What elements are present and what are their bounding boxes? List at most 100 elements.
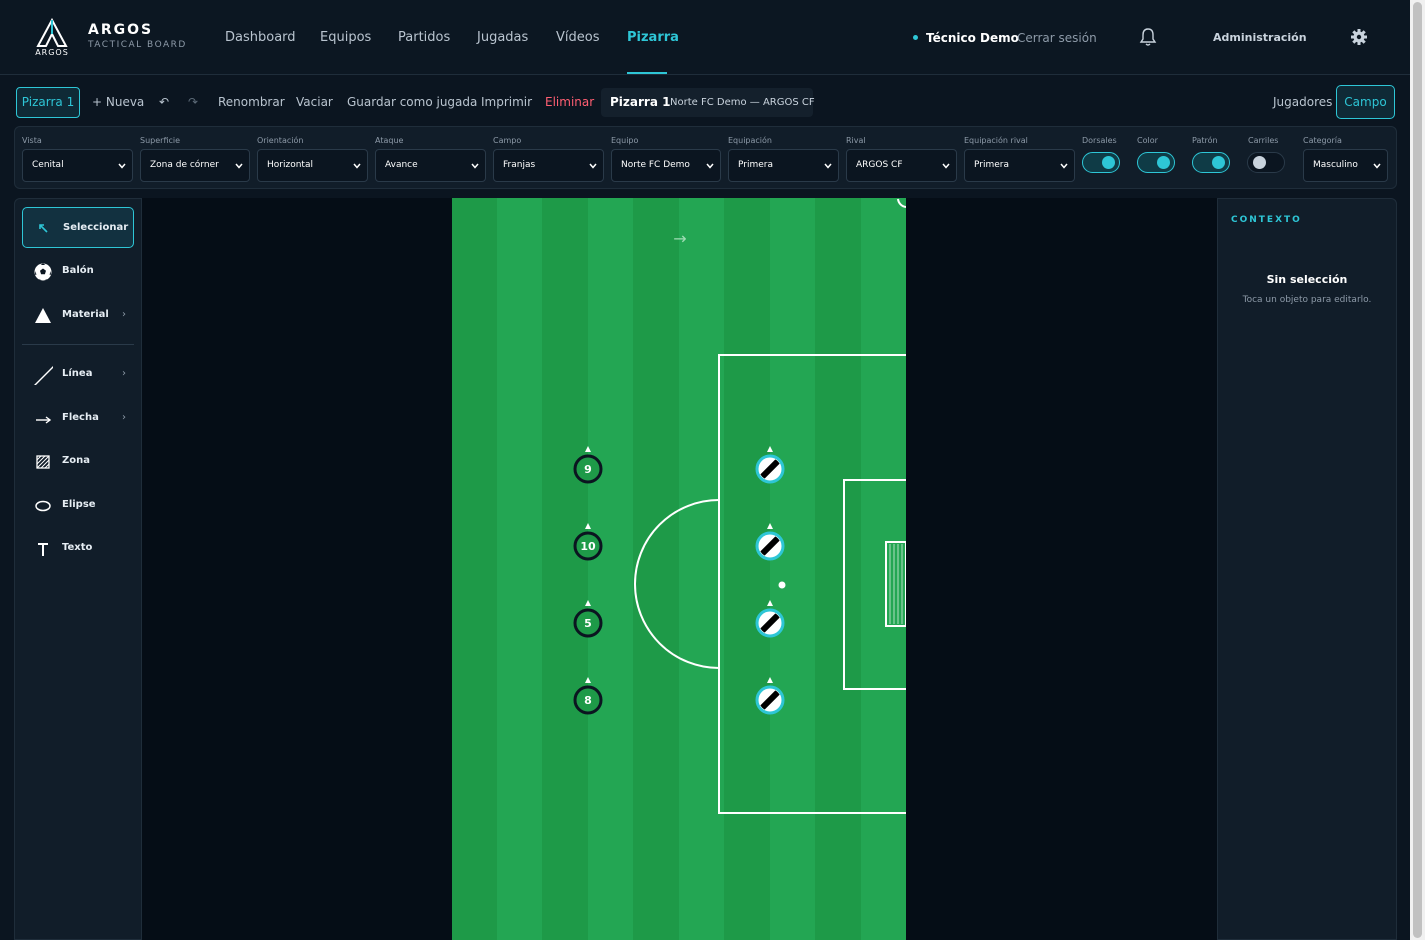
tool-label: Seleccionar	[63, 222, 129, 233]
tool-select[interactable]: Seleccionar	[22, 207, 134, 248]
undo-button[interactable]: ↶	[159, 95, 169, 109]
view-select[interactable]: Cenital	[22, 149, 133, 182]
redo-button[interactable]: ↷	[188, 95, 198, 109]
toggle-knob	[1157, 156, 1170, 169]
top-navigation-bar: ARGOS ARGOS TACTICAL BOARD Dashboard Equ…	[0, 0, 1410, 75]
tool-material[interactable]: Material ›	[22, 295, 134, 336]
board-title: Pizarra 1	[610, 95, 671, 109]
ball-marker	[778, 581, 786, 589]
logout-link[interactable]: Cerrar sesión	[1017, 31, 1097, 45]
rival-label: Rival	[846, 136, 866, 145]
orientation-select[interactable]: Horizontal	[257, 149, 368, 182]
context-title: CONTEXTO	[1231, 215, 1302, 225]
numbers-toggle[interactable]	[1082, 152, 1120, 173]
kit-select[interactable]: Primera	[728, 149, 839, 182]
pattern-toggle[interactable]	[1192, 152, 1230, 173]
tool-label: Línea	[62, 368, 93, 379]
team-select[interactable]: Norte FC Demo	[611, 149, 721, 182]
chevron-down-icon	[118, 163, 126, 169]
page-scrollbar[interactable]	[1410, 0, 1425, 940]
context-panel	[1217, 198, 1397, 940]
admin-link[interactable]: Administración	[1213, 31, 1307, 44]
orientation-label: Orientación	[257, 136, 304, 145]
toggle-knob	[1102, 156, 1115, 169]
brand-name: ARGOS	[88, 22, 154, 38]
user-name: Técnico Demo	[926, 31, 1019, 45]
toggle-knob	[1253, 156, 1266, 169]
tool-arrow[interactable]: Flecha ›	[22, 398, 134, 439]
lanes-toggle-label: Carriles	[1248, 136, 1279, 145]
pattern-toggle-label: Patrón	[1192, 136, 1218, 145]
cone-icon	[35, 308, 51, 323]
kit-label: Equipación	[728, 136, 772, 145]
delete-button[interactable]: Eliminar	[545, 95, 594, 109]
nav-pizarra[interactable]: Pizarra	[627, 30, 679, 45]
attack-select[interactable]: Avance	[375, 149, 486, 182]
tool-ellipse[interactable]: Elipse	[22, 485, 134, 526]
football-pitch[interactable]: → 9 10 5 8	[452, 198, 906, 940]
nav-dashboard[interactable]: Dashboard	[225, 30, 296, 45]
nav-jugadas[interactable]: Jugadas	[477, 30, 528, 45]
chevron-down-icon	[1060, 163, 1068, 169]
selection-hint: Toca un objeto para editarlo.	[1242, 295, 1372, 305]
chevron-right-icon: ›	[122, 368, 126, 379]
tool-line[interactable]: Línea ›	[22, 354, 134, 395]
tool-label: Material	[62, 309, 109, 320]
players-panel-button[interactable]: Jugadores	[1273, 95, 1332, 109]
nav-videos[interactable]: Vídeos	[556, 30, 599, 45]
color-toggle[interactable]	[1137, 152, 1175, 173]
category-select[interactable]: Masculino	[1303, 149, 1388, 182]
svg-text:9: 9	[584, 463, 592, 476]
field-style-select[interactable]: Franjas	[493, 149, 604, 182]
svg-text:10: 10	[580, 540, 596, 553]
chevron-down-icon	[235, 163, 243, 169]
bell-icon[interactable]	[1138, 27, 1158, 47]
nav-active-indicator	[627, 72, 667, 74]
chevron-down-icon	[589, 163, 597, 169]
tool-ball[interactable]: Balón	[22, 251, 134, 292]
toggle-knob	[1212, 156, 1225, 169]
online-status-dot	[913, 35, 918, 40]
chevron-down-icon	[942, 163, 950, 169]
no-selection-text: Sin selección	[1266, 273, 1348, 286]
save-as-play-button[interactable]: Guardar como jugada	[347, 95, 477, 109]
argos-logo-icon: ARGOS	[35, 18, 68, 56]
svg-text:5: 5	[584, 617, 592, 630]
chevron-down-icon	[824, 163, 832, 169]
tool-label: Zona	[62, 455, 90, 466]
tool-text[interactable]: Texto	[22, 528, 134, 569]
board-tab[interactable]: Pizarra 1	[16, 87, 80, 118]
nav-partidos[interactable]: Partidos	[398, 30, 450, 45]
line-icon	[34, 366, 53, 385]
hatched-zone-icon	[36, 455, 50, 469]
chevron-down-icon	[353, 163, 361, 169]
new-board-button[interactable]: + Nueva	[92, 95, 144, 109]
print-button[interactable]: Imprimir	[481, 95, 532, 109]
text-t-icon	[38, 543, 48, 556]
tool-divider	[22, 344, 134, 345]
tool-label: Elipse	[62, 499, 96, 510]
rival-kit-label: Equipación rival	[964, 136, 1028, 145]
surface-label: Superficie	[140, 136, 181, 145]
rival-kit-select[interactable]: Primera	[964, 149, 1075, 182]
rival-select[interactable]: ARGOS CF	[846, 149, 957, 182]
field-panel-button[interactable]: Campo	[1336, 85, 1395, 119]
gear-icon[interactable]	[1350, 28, 1368, 46]
nav-equipos[interactable]: Equipos	[320, 30, 371, 45]
clear-button[interactable]: Vaciar	[296, 95, 333, 109]
color-toggle-label: Color	[1137, 136, 1158, 145]
field-style-label: Campo	[493, 136, 522, 145]
scrollbar-thumb[interactable]	[1413, 2, 1422, 938]
brand-tagline: TACTICAL BOARD	[88, 40, 187, 50]
numbers-toggle-label: Dorsales	[1082, 136, 1117, 145]
tool-zone[interactable]: Zona	[22, 441, 134, 482]
chevron-down-icon	[1373, 163, 1381, 169]
tool-label: Balón	[62, 265, 94, 276]
lanes-toggle[interactable]	[1247, 152, 1285, 173]
tool-label: Flecha	[62, 412, 99, 423]
match-label: Norte FC Demo — ARGOS CF	[670, 97, 815, 108]
chevron-right-icon: ›	[122, 309, 126, 320]
surface-select[interactable]: Zona de córner	[140, 149, 250, 182]
rename-button[interactable]: Renombrar	[218, 95, 285, 109]
soccer-ball-icon	[34, 263, 52, 281]
